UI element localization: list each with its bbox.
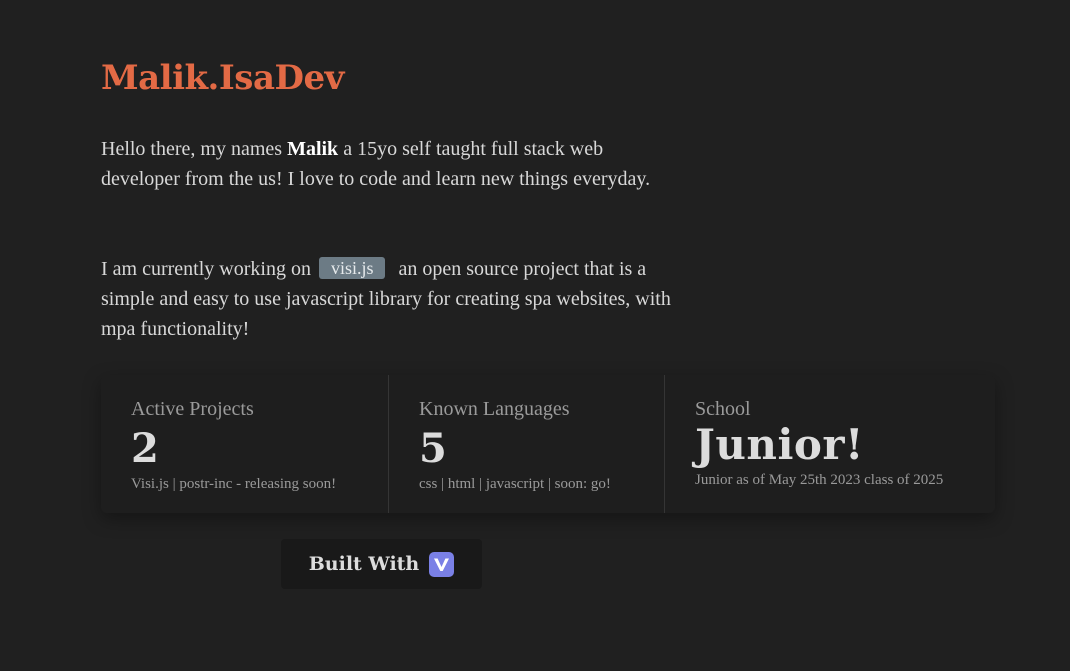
page: Malik.IsaDev Hello there, my names Malik… <box>0 0 1070 671</box>
stat-school: School Junior! Junior as of May 25th 202… <box>664 375 995 513</box>
stat-active-projects: Active Projects 2 Visi.js | postr-inc - … <box>101 375 388 513</box>
v-logo-glyph <box>434 558 450 571</box>
stat-description: Junior as of May 25th 2023 class of 2025 <box>695 472 944 488</box>
stat-value: 5 <box>419 425 447 472</box>
built-with-label: Built With <box>308 553 420 575</box>
stat-value: Junior! <box>695 420 864 469</box>
project-text-start: I am currently working on <box>101 258 311 280</box>
stats-panel: Active Projects 2 Visi.js | postr-inc - … <box>101 375 995 513</box>
intro-text-start: Hello there, my names <box>101 138 288 160</box>
project-link-pill[interactable]: visi.js <box>318 257 386 279</box>
built-with-badge[interactable]: Built With <box>281 539 482 589</box>
stat-title: Active Projects <box>131 398 254 420</box>
project-paragraph: I am currently working on visi.js an ope… <box>101 254 671 344</box>
stat-title: Known Languages <box>419 398 570 420</box>
vite-v-logo-icon <box>429 551 455 577</box>
stat-value: 2 <box>131 425 159 472</box>
intro-name: Malik <box>287 138 339 160</box>
intro-paragraph: Hello there, my names Malik a 15yo self … <box>101 134 671 194</box>
stat-known-languages: Known Languages 5 css | html | javascrip… <box>388 375 664 513</box>
stat-description: css | html | javascript | soon: go! <box>419 476 611 492</box>
stat-title: School <box>695 398 751 420</box>
stat-description: Visi.js | postr-inc - releasing soon! <box>131 476 337 492</box>
site-brand-title[interactable]: Malik.IsaDev <box>101 58 344 98</box>
